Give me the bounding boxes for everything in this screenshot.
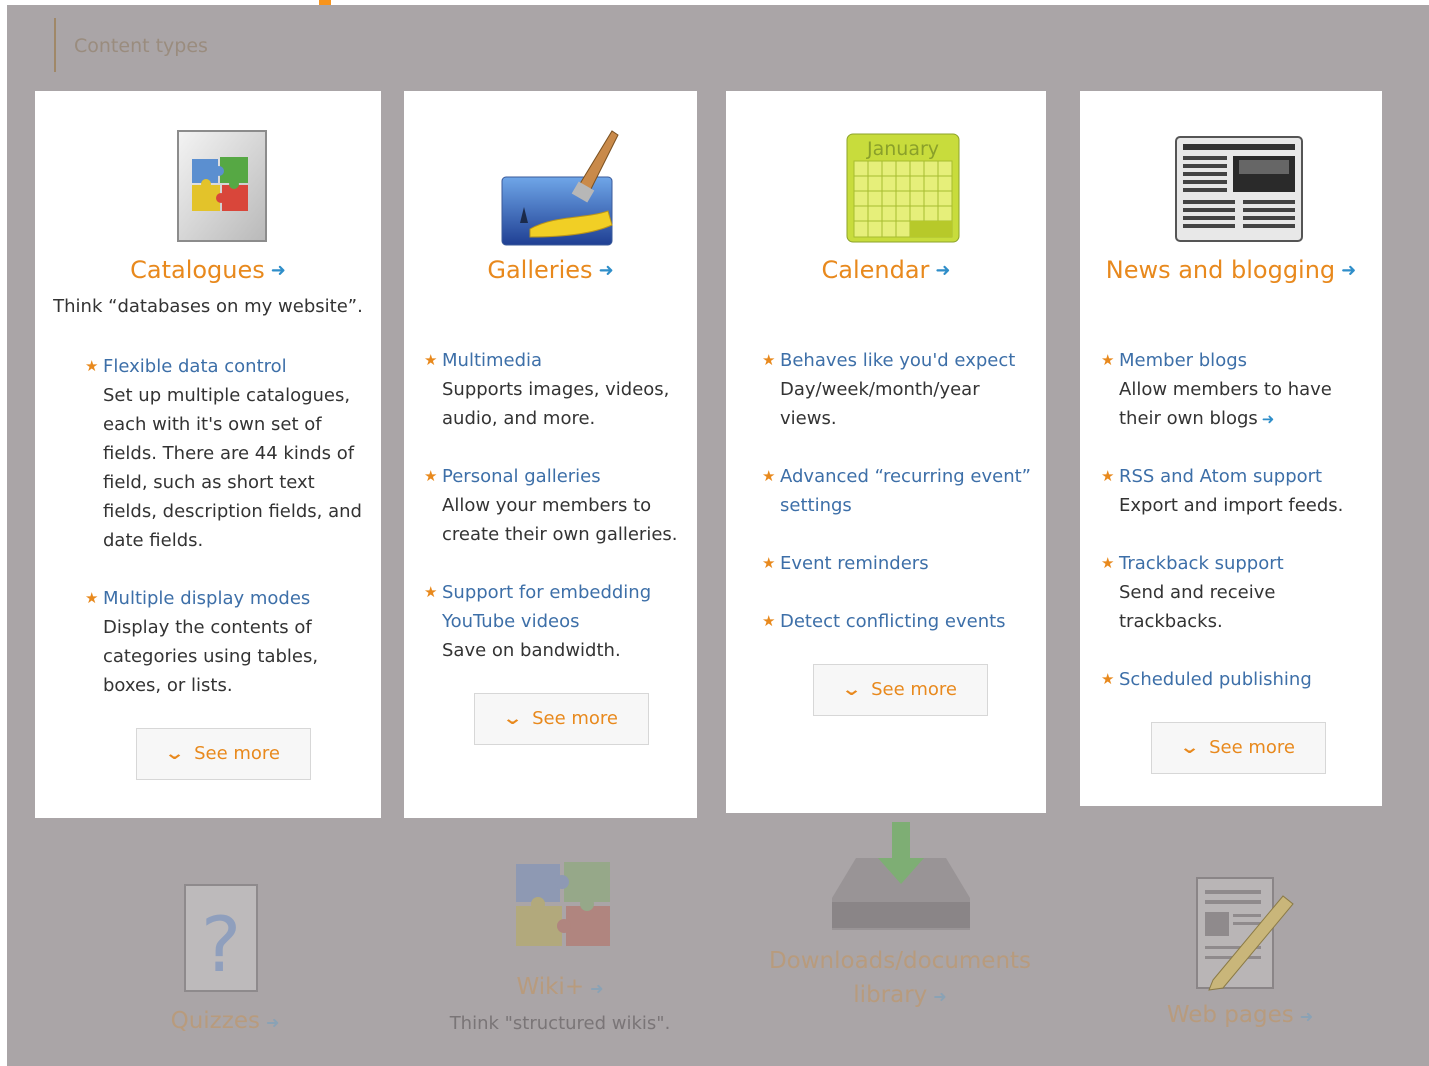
feature-description: Day/week/month/year views.: [780, 379, 980, 429]
feature-item: ★ Member blogs Allow members to have the…: [1101, 346, 1369, 434]
wiki-link[interactable]: Wiki+ ➜: [480, 974, 640, 1000]
star-icon: ★: [85, 589, 99, 607]
puzzle-icon: [510, 858, 620, 954]
download-tray-icon: [830, 818, 972, 936]
arrow-right-icon: ➜: [598, 260, 614, 281]
star-icon: ★: [1101, 554, 1115, 572]
galleries-card: Galleries ➜ ★ Multimedia Supports images,…: [404, 91, 697, 818]
feature-item: ★ Multiple display modes Display the con…: [85, 584, 368, 700]
feature-item: ★ Behaves like you'd expect Day/week/mon…: [762, 346, 1042, 433]
feature-title-link[interactable]: Support for embedding YouTube videos: [442, 578, 672, 636]
arrow-right-icon: ➜: [590, 979, 604, 998]
feature-title-link[interactable]: Trackback support: [1119, 549, 1369, 578]
chevron-down-icon: ⌄: [840, 679, 863, 700]
arrow-right-icon: ➜: [270, 260, 286, 281]
page-pencil-icon: [1195, 876, 1295, 996]
star-icon: ★: [1101, 351, 1115, 369]
news-blogging-card: News and blogging ➜ ★ Member blogs Allow …: [1080, 91, 1382, 806]
feature-description: Save on bandwidth.: [442, 640, 621, 661]
star-icon: ★: [1101, 467, 1115, 485]
feature-title-link[interactable]: Scheduled publishing: [1119, 665, 1369, 694]
calendar-month: January: [866, 138, 939, 160]
paintbrush-picture-icon: [500, 127, 620, 251]
web-pages-link[interactable]: Web pages ➜: [1150, 1002, 1330, 1028]
star-icon: ★: [424, 583, 438, 601]
star-icon: ★: [424, 467, 438, 485]
feature-description: Supports images, videos, audio, and more…: [442, 379, 670, 429]
chevron-down-icon: ⌄: [501, 708, 524, 729]
catalogues-tagline: Think “databases on my website”.: [53, 296, 363, 317]
feature-item: ★ Flexible data control Set up multiple …: [85, 352, 368, 555]
feature-description: Set up multiple catalogues, each with it…: [103, 385, 362, 551]
feature-item: ★ Detect conflicting events: [762, 607, 1042, 636]
newspaper-icon: [1175, 136, 1303, 246]
feature-description: Export and import feeds.: [1119, 495, 1344, 516]
feature-item: ★ Event reminders: [762, 549, 1042, 578]
feature-item: ★ Personal galleries Allow your members …: [424, 462, 692, 549]
feature-description: Send and receive trackbacks.: [1119, 582, 1276, 632]
downloads-library-link[interactable]: Downloads/documents library ➜: [760, 944, 1040, 1014]
feature-title-link[interactable]: Event reminders: [780, 549, 1042, 578]
svg-text:?: ?: [201, 900, 241, 989]
feature-title-link[interactable]: Advanced “recurring event” settings: [780, 462, 1042, 520]
see-more-button[interactable]: ⌄ See more: [136, 728, 311, 780]
feature-title-link[interactable]: Member blogs: [1119, 346, 1369, 375]
feature-title-link[interactable]: Multiple display modes: [103, 584, 368, 613]
arrow-right-icon: ➜: [935, 260, 951, 281]
feature-item: ★ Multimedia Supports images, videos, au…: [424, 346, 692, 433]
quizzes-link[interactable]: Quizzes ➜: [150, 1008, 300, 1034]
see-more-button[interactable]: ⌄ See more: [1151, 722, 1326, 774]
galleries-title-link[interactable]: Galleries ➜: [404, 256, 697, 284]
section-title: Content types: [54, 18, 208, 72]
feature-title-link[interactable]: RSS and Atom support: [1119, 462, 1369, 491]
chevron-down-icon: ⌄: [1178, 737, 1201, 758]
catalogues-title-link[interactable]: Catalogues ➜: [35, 256, 381, 284]
catalogues-card: Catalogues ➜ Think “databases on my websi…: [35, 91, 381, 818]
feature-title-link[interactable]: Flexible data control: [103, 352, 368, 381]
see-more-button[interactable]: ⌄ See more: [474, 693, 649, 745]
star-icon: ★: [424, 351, 438, 369]
feature-item: ★ RSS and Atom support Export and import…: [1101, 462, 1369, 520]
star-icon: ★: [762, 612, 776, 630]
star-icon: ★: [762, 554, 776, 572]
feature-title-link[interactable]: Detect conflicting events: [780, 607, 1042, 636]
arrow-right-icon: ➜: [1299, 1007, 1314, 1026]
feature-title-link[interactable]: Multimedia: [442, 346, 692, 375]
feature-description: Allow your members to create their own g…: [442, 495, 678, 545]
calendar-title-link[interactable]: Calendar ➜: [726, 256, 1046, 284]
calendar-icon: January: [846, 133, 960, 247]
feature-item: ★ Trackback support Send and receive tra…: [1101, 549, 1369, 636]
feature-title-link[interactable]: Personal galleries: [442, 462, 692, 491]
see-more-button[interactable]: ⌄ See more: [813, 664, 988, 716]
feature-item: ★ Scheduled publishing: [1101, 665, 1369, 694]
arrow-right-icon: ➜: [1341, 260, 1357, 281]
chevron-down-icon: ⌄: [163, 743, 186, 764]
accent-tick: [319, 0, 331, 5]
feature-description: Display the contents of categories using…: [103, 617, 319, 696]
star-icon: ★: [1101, 670, 1115, 688]
star-icon: ★: [762, 351, 776, 369]
arrow-right-icon: ➜: [265, 1013, 280, 1032]
feature-item: ★ Support for embedding YouTube videos S…: [424, 578, 672, 665]
star-icon: ★: [762, 467, 776, 485]
feature-title-link[interactable]: Behaves like you'd expect: [780, 346, 1042, 375]
feature-description: Allow members to have their own blogs ➜: [1119, 379, 1332, 429]
question-page-icon: ?: [183, 883, 263, 999]
arrow-right-icon: ➜: [933, 987, 947, 1006]
feature-item: ★ Advanced “recurring event” settings: [762, 462, 1042, 520]
news-blogging-title-link[interactable]: News and blogging ➜: [1080, 256, 1382, 284]
wiki-tagline: Think "structured wikis".: [449, 1013, 671, 1034]
arrow-right-icon[interactable]: ➜: [1262, 410, 1275, 428]
calendar-card: January Calendar ➜ ★ Behaves like you'd e…: [726, 91, 1046, 813]
puzzle-box-icon: [176, 129, 270, 247]
star-icon: ★: [85, 357, 99, 375]
